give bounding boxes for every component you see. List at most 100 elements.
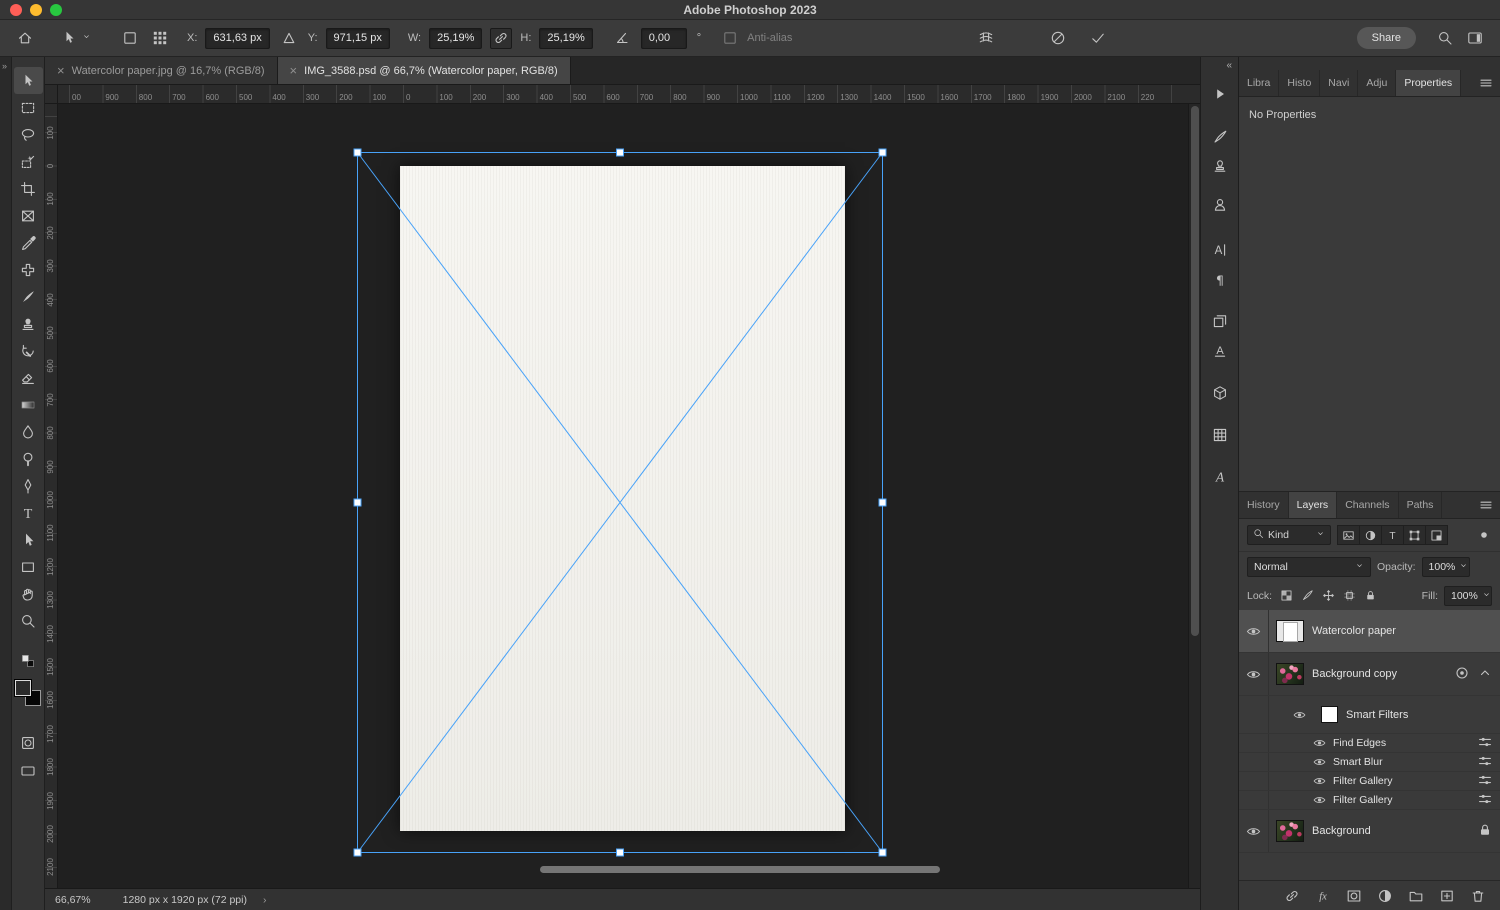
lasso-tool[interactable] — [14, 121, 43, 148]
color-swatches[interactable] — [15, 680, 41, 706]
panel-tab-layers[interactable]: Layers — [1288, 492, 1338, 518]
visibility-eye-icon[interactable] — [1239, 653, 1269, 695]
lock-artboard-icon[interactable] — [1341, 587, 1358, 604]
smart-filter-row[interactable]: Filter Gallery — [1239, 791, 1500, 810]
horizontal-ruler[interactable]: 00 900 800 700 600 500 400 300 200 100 0 100 200 300 4… — [58, 85, 1188, 103]
collapse-smart-filters-icon[interactable] — [1477, 665, 1493, 684]
shape-tool[interactable] — [14, 553, 43, 580]
new-group-icon[interactable] — [1406, 886, 1426, 906]
frame-tool[interactable] — [14, 202, 43, 229]
share-button[interactable]: Share — [1356, 27, 1416, 49]
cancel-transform-button[interactable] — [1047, 27, 1069, 49]
adjustment-layer-filter-icon[interactable] — [1359, 525, 1382, 545]
zoom-tool[interactable] — [14, 607, 43, 634]
vertical-scrollbar-thumb[interactable] — [1191, 106, 1199, 636]
canvas-viewport[interactable] — [58, 104, 1188, 888]
transform-overlay[interactable] — [58, 104, 1188, 888]
link-layers-icon[interactable] — [1282, 886, 1302, 906]
brush-settings-icon[interactable] — [1206, 123, 1234, 151]
panel-tab-paths[interactable]: Paths — [1399, 492, 1443, 518]
close-tab-icon[interactable]: × — [57, 63, 65, 78]
visibility-eye-icon[interactable] — [1239, 810, 1269, 852]
layer-filter-toggle-icon[interactable] — [1476, 527, 1492, 543]
delete-layer-icon[interactable] — [1468, 886, 1488, 906]
panel-tab-history[interactable]: History — [1239, 492, 1289, 518]
smart-filter-row[interactable]: Filter Gallery — [1239, 772, 1500, 791]
search-icon[interactable] — [1434, 27, 1456, 49]
lock-pixels-icon[interactable] — [1299, 587, 1316, 604]
expand-left-panel-icon[interactable]: » — [2, 61, 7, 71]
lock-all-icon[interactable] — [1362, 587, 1379, 604]
left-collapse-strip[interactable]: » — [0, 57, 12, 910]
panel-tab-histo[interactable]: Histo — [1279, 70, 1321, 96]
glyphs-panel-icon[interactable]: A — [1206, 463, 1234, 491]
character-panel-icon[interactable]: A — [1206, 236, 1234, 264]
document-tab[interactable]: × Watercolor paper.jpg @ 16,7% (RGB/8) — [45, 57, 278, 84]
panel-tab-libra[interactable]: Libra — [1239, 70, 1280, 96]
smart-filter-row[interactable]: Smart Blur — [1239, 753, 1500, 772]
visibility-eye-icon[interactable] — [1313, 795, 1326, 805]
angle-input[interactable]: 0,00 — [640, 27, 687, 49]
vertical-scrollbar[interactable] — [1188, 104, 1200, 888]
close-window-button[interactable] — [10, 4, 22, 16]
gradient-tool[interactable] — [14, 391, 43, 418]
panel-tab-adju[interactable]: Adju — [1358, 70, 1397, 96]
collapse-panels-icon[interactable]: « — [1226, 60, 1232, 71]
brush-tool[interactable] — [14, 283, 43, 310]
layer-row[interactable]: Background — [1239, 810, 1500, 853]
dodge-tool[interactable] — [14, 445, 43, 472]
move-tool[interactable] — [13, 67, 43, 94]
filter-blend-options-icon[interactable] — [1477, 734, 1493, 753]
smart-filter-row[interactable]: Find Edges — [1239, 734, 1500, 753]
minimize-window-button[interactable] — [30, 4, 42, 16]
eraser-tool[interactable] — [14, 364, 43, 391]
ruler-corner[interactable] — [45, 85, 58, 103]
toggle-reference-point-checkbox[interactable] — [119, 27, 141, 49]
paragraph-panel-icon[interactable]: ¶ — [1206, 266, 1234, 294]
lock-transparency-icon[interactable] — [1278, 587, 1295, 604]
blur-tool[interactable] — [14, 418, 43, 445]
visibility-eye-icon[interactable] — [1313, 776, 1326, 786]
panel-tab-channels[interactable]: Channels — [1337, 492, 1399, 518]
status-chevron-icon[interactable]: › — [263, 894, 267, 906]
hand-tool[interactable] — [14, 580, 43, 607]
healing-brush-tool[interactable] — [14, 256, 43, 283]
adjustment-layer-icon[interactable] — [1375, 886, 1395, 906]
tool-presets-icon[interactable] — [1206, 191, 1234, 219]
history-brush-tool[interactable] — [14, 337, 43, 364]
patterns-panel-icon[interactable] — [1206, 421, 1234, 449]
3d-panel-icon[interactable] — [1206, 379, 1234, 407]
vertical-ruler[interactable]: 100 0 100 200 300 400 500 600 700 800 900 1000 1100 1… — [45, 104, 58, 888]
pixel-layer-filter-icon[interactable] — [1337, 525, 1360, 545]
x-input[interactable]: 631,63 px — [205, 27, 270, 49]
panel-menu-icon[interactable] — [1472, 70, 1500, 96]
smart-filters-header-row[interactable]: Smart Filters — [1239, 696, 1500, 734]
fill-dropdown[interactable]: 100% — [1444, 585, 1492, 606]
actions-panel-icon[interactable] — [1206, 80, 1234, 108]
visibility-eye-icon[interactable] — [1293, 710, 1306, 720]
layer-thumbnail[interactable] — [1276, 820, 1304, 842]
layer-row[interactable]: Background copy — [1239, 653, 1500, 696]
fullscreen-window-button[interactable] — [50, 4, 62, 16]
smart-object-filter-icon[interactable] — [1425, 525, 1448, 545]
clone-source-icon[interactable] — [1206, 152, 1234, 180]
layer-thumbnail[interactable] — [1276, 620, 1304, 642]
warp-mode-button[interactable] — [975, 27, 997, 49]
anti-alias-checkbox[interactable] — [719, 27, 741, 49]
blend-mode-dropdown[interactable]: Normal — [1247, 556, 1371, 577]
default-colors-icon[interactable] — [14, 650, 43, 672]
opacity-dropdown[interactable]: 100% — [1421, 556, 1470, 577]
eyedropper-tool[interactable] — [14, 229, 43, 256]
panel-menu-icon[interactable] — [1472, 492, 1500, 518]
layer-mask-icon[interactable] — [1344, 886, 1364, 906]
crop-tool[interactable] — [14, 175, 43, 202]
filter-blend-options-icon[interactable] — [1477, 772, 1493, 791]
lock-position-icon[interactable] — [1320, 587, 1337, 604]
layer-row[interactable]: Watercolor paper — [1239, 610, 1500, 653]
width-input[interactable]: 25,19% — [429, 27, 483, 49]
visibility-eye-icon[interactable] — [1313, 757, 1326, 767]
visibility-eye-icon[interactable] — [1239, 610, 1269, 652]
pen-tool[interactable] — [14, 472, 43, 499]
screen-mode-button[interactable] — [14, 760, 43, 782]
workspace-switcher-icon[interactable] — [1464, 27, 1486, 49]
